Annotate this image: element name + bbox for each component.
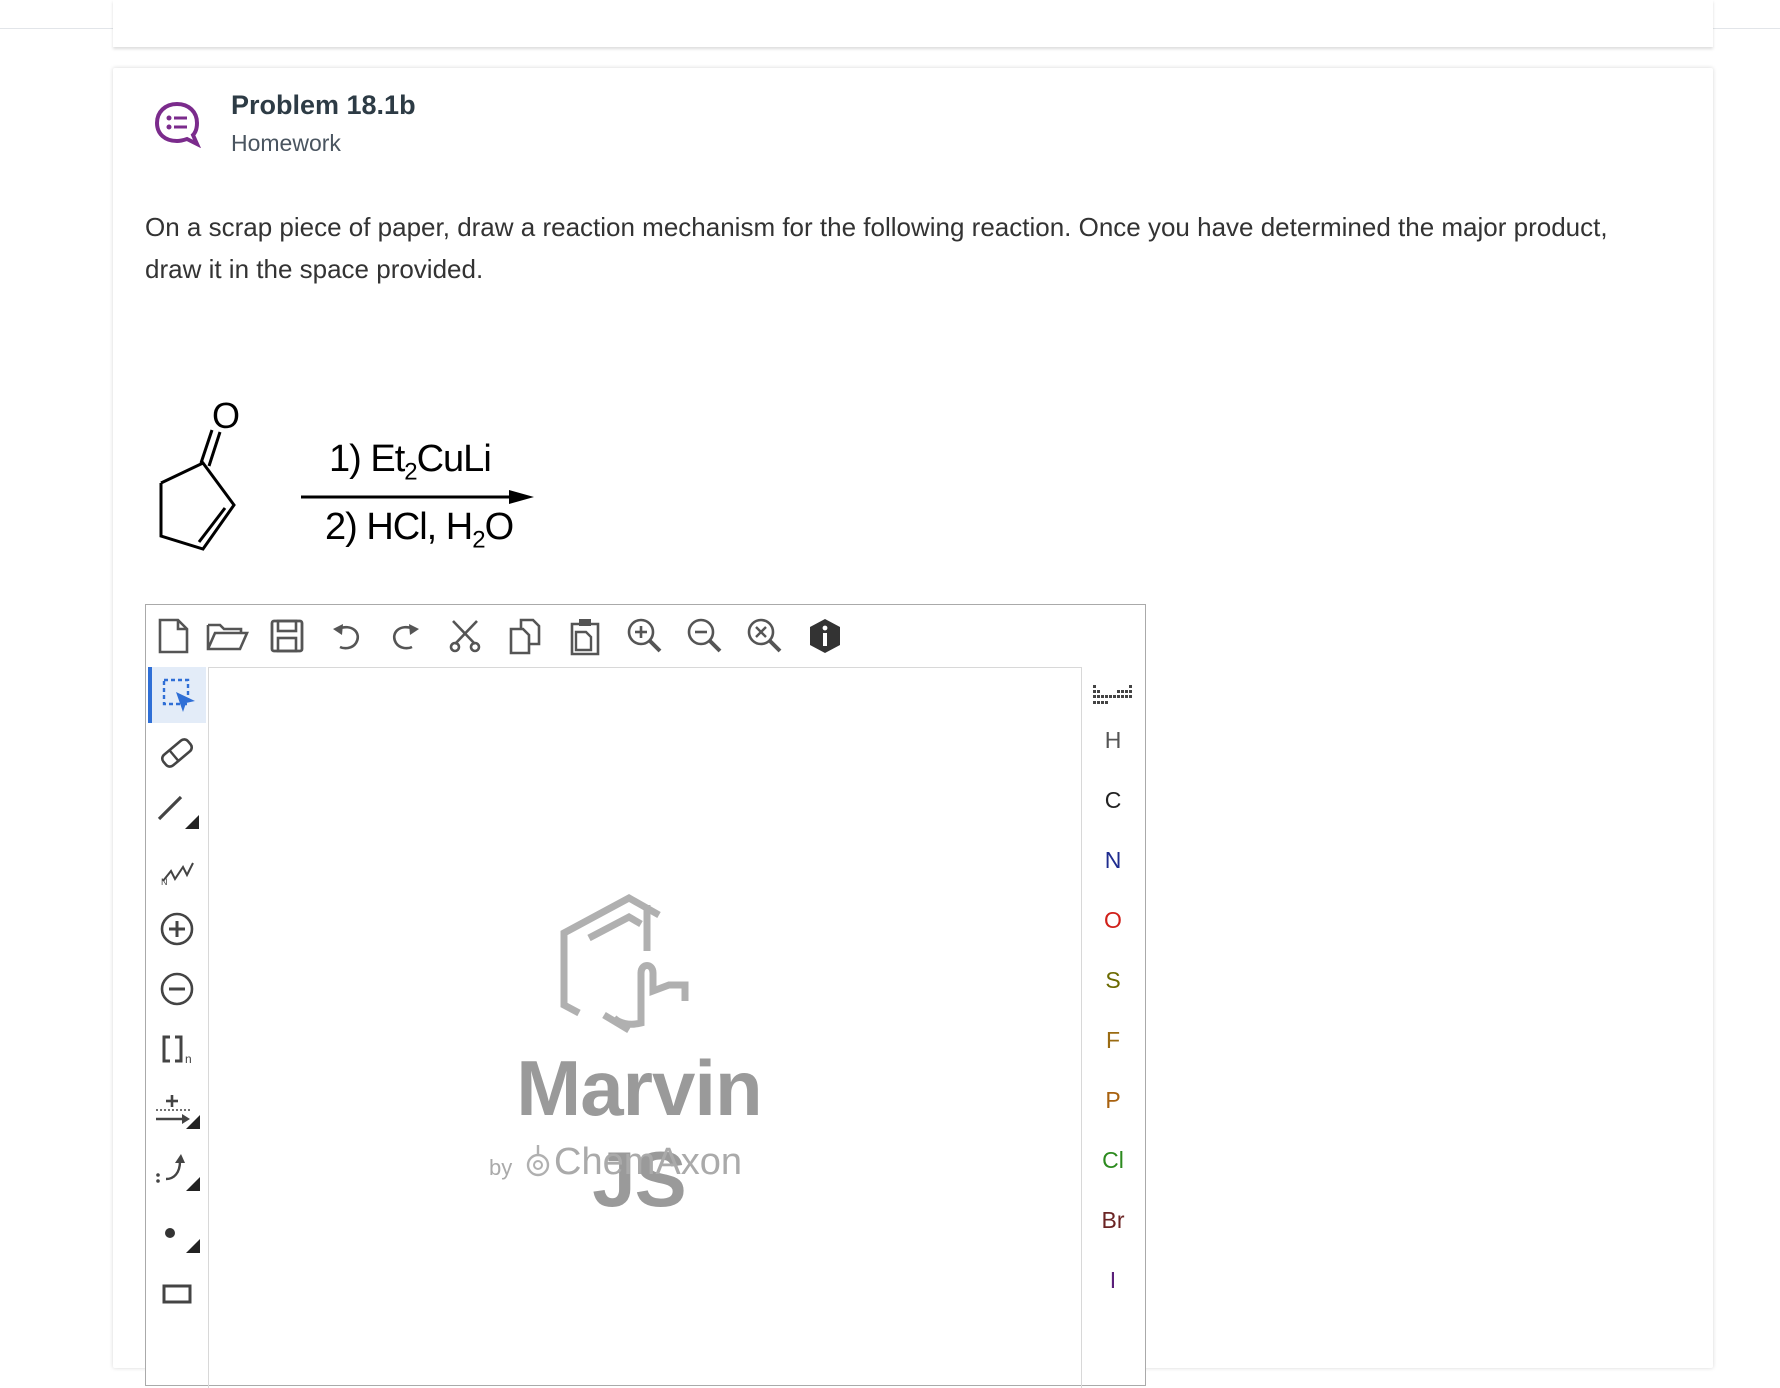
element-button-p[interactable]: P — [1083, 1087, 1143, 1114]
cut-icon[interactable] — [442, 613, 488, 659]
previous-card — [113, 0, 1713, 47]
question-text: On a scrap piece of paper, draw a reacti… — [145, 212, 1608, 284]
radical-icon[interactable] — [149, 1205, 204, 1261]
reaction-arrow-icon[interactable] — [149, 1081, 204, 1137]
zoom-in-icon[interactable] — [622, 613, 668, 659]
chemaxon-flask-icon — [526, 1145, 550, 1177]
marvin-hexagon-hand-icon — [560, 894, 689, 1033]
zoom-reset-icon[interactable] — [742, 613, 788, 659]
periodic-table-icon[interactable] — [1093, 681, 1133, 711]
drawing-canvas[interactable]: Marvin JS by ChemAxon — [208, 667, 1082, 1388]
oxygen-label: O — [212, 395, 240, 436]
chain-icon[interactable]: N — [149, 841, 204, 897]
rectangle-icon[interactable] — [149, 1265, 204, 1321]
marvin-logo-text: Marvin JS — [516, 1044, 762, 1223]
logo-by-text: by — [489, 1155, 513, 1180]
element-toolbar: H C N O S F P Cl Br I — [1083, 667, 1143, 1387]
element-button-o[interactable]: O — [1083, 907, 1143, 934]
problem-card: Problem 18.1b Homework On a scrap piece … — [113, 68, 1713, 1388]
bracket-icon[interactable]: n — [149, 1021, 204, 1077]
undo-icon[interactable] — [324, 613, 370, 659]
eraser-icon[interactable] — [149, 725, 204, 781]
single-bond-icon[interactable] — [149, 783, 204, 839]
problem-type: Homework — [231, 130, 341, 156]
open-folder-icon[interactable] — [204, 613, 250, 659]
element-button-br[interactable]: Br — [1083, 1207, 1143, 1234]
zoom-out-icon[interactable] — [682, 613, 728, 659]
save-icon[interactable] — [264, 613, 310, 659]
copy-icon[interactable] — [502, 613, 548, 659]
reagent-step-2: 2) HCl, H2O — [325, 506, 514, 554]
select-icon[interactable] — [148, 667, 206, 723]
marvin-logo: Marvin JS by ChemAxon — [469, 893, 809, 1223]
redo-icon[interactable] — [382, 613, 428, 659]
editor-toolbar — [146, 605, 1145, 667]
svg-text:N: N — [161, 877, 168, 887]
logo-company-text: ChemAxon — [554, 1141, 742, 1183]
positive-charge-icon[interactable] — [149, 901, 204, 957]
element-button-i[interactable]: I — [1083, 1267, 1143, 1294]
discussion-icon — [153, 100, 202, 149]
paste-icon[interactable] — [562, 613, 608, 659]
element-button-n[interactable]: N — [1083, 847, 1143, 874]
negative-charge-icon[interactable] — [149, 961, 204, 1017]
problem-title[interactable]: Problem 18.1b — [231, 90, 416, 121]
element-button-cl[interactable]: Cl — [1083, 1147, 1143, 1174]
element-button-h[interactable]: H — [1083, 727, 1143, 754]
new-document-icon[interactable] — [150, 613, 196, 659]
reagent-step-1: 1) Et2CuLi — [329, 438, 492, 486]
reaction-arrow-head — [509, 490, 534, 504]
marvin-editor[interactable]: N n Marvin JS by ChemAxon H C N O S F P … — [145, 604, 1146, 1388]
element-button-c[interactable]: C — [1083, 787, 1143, 814]
electron-flow-icon[interactable] — [149, 1143, 204, 1199]
reaction-scheme: O 1) Et2CuLi 2) HCl, H2O — [139, 318, 739, 568]
info-icon[interactable] — [802, 613, 848, 659]
element-button-s[interactable]: S — [1083, 967, 1143, 994]
svg-text:n: n — [185, 1052, 192, 1066]
element-button-f[interactable]: F — [1083, 1027, 1143, 1054]
